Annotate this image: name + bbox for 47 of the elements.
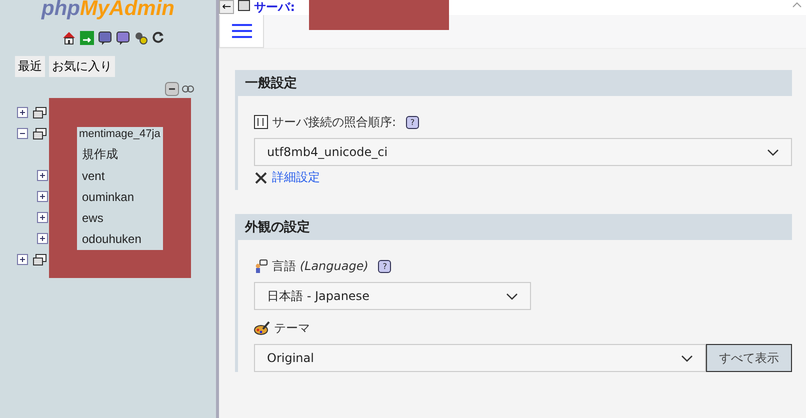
link-icon[interactable] — [182, 85, 194, 93]
expander-icon[interactable] — [37, 170, 48, 181]
expander-icon[interactable] — [37, 191, 48, 202]
database-icon — [33, 254, 47, 266]
dropdown[interactable]: utf8mb4_unicode_ci — [254, 138, 792, 166]
expander-icon[interactable] — [17, 254, 28, 265]
dropdown[interactable]: Original — [254, 344, 706, 372]
help-icon[interactable] — [98, 31, 112, 45]
field-label: 言語 (Language) — [272, 258, 368, 274]
field-label: サーバ接続の照合順序: — [272, 114, 396, 130]
help-icon[interactable]: ? — [378, 260, 392, 272]
table-name[interactable]: ews — [82, 210, 104, 224]
expander-icon[interactable] — [37, 212, 48, 223]
collapse-all-icon[interactable] — [165, 82, 179, 96]
dropdown[interactable]: 日本語 - Japanese — [254, 282, 531, 310]
server-link[interactable]: サーバ: — [254, 0, 296, 14]
database-icon — [33, 106, 47, 118]
section-title: 一般設定 — [235, 70, 792, 96]
field-label: テーマ — [274, 320, 310, 336]
expander-icon[interactable] — [17, 107, 28, 118]
nav-tab[interactable]: 最近 — [15, 56, 45, 77]
exit-icon[interactable] — [80, 31, 94, 45]
person-speech-icon — [254, 259, 268, 273]
expander-icon[interactable] — [17, 128, 28, 139]
chevron-down-icon — [767, 148, 779, 156]
section-title: 外観の設定 — [235, 214, 792, 240]
table-name[interactable]: odouhuken — [82, 232, 142, 246]
chevron-down-icon — [681, 354, 693, 362]
home-icon[interactable] — [62, 31, 76, 45]
advanced-settings-link[interactable]: 詳細設定 — [272, 169, 320, 186]
nav-tab[interactable]: お気に入り — [49, 56, 115, 77]
show-all-button[interactable]: すべて表示 — [706, 344, 792, 372]
table-name[interactable]: vent — [82, 168, 105, 182]
server-icon — [238, 0, 250, 11]
database-name[interactable]: mentimage_47ja — [79, 128, 160, 140]
chevron-down-icon — [506, 292, 518, 300]
palette-icon — [254, 321, 270, 335]
menu-icon — [232, 24, 252, 38]
collapse-caret-icon[interactable] — [792, 2, 802, 8]
menu-button[interactable] — [219, 15, 264, 48]
new-item-link[interactable]: 規作成 — [82, 146, 118, 163]
reload-icon[interactable] — [152, 31, 164, 43]
table-name[interactable]: ouminkan — [82, 190, 134, 204]
expander-icon[interactable] — [37, 233, 48, 244]
help-icon[interactable]: ? — [406, 116, 420, 128]
database-icon — [33, 128, 47, 140]
back-button[interactable]: ← — [219, 0, 234, 14]
